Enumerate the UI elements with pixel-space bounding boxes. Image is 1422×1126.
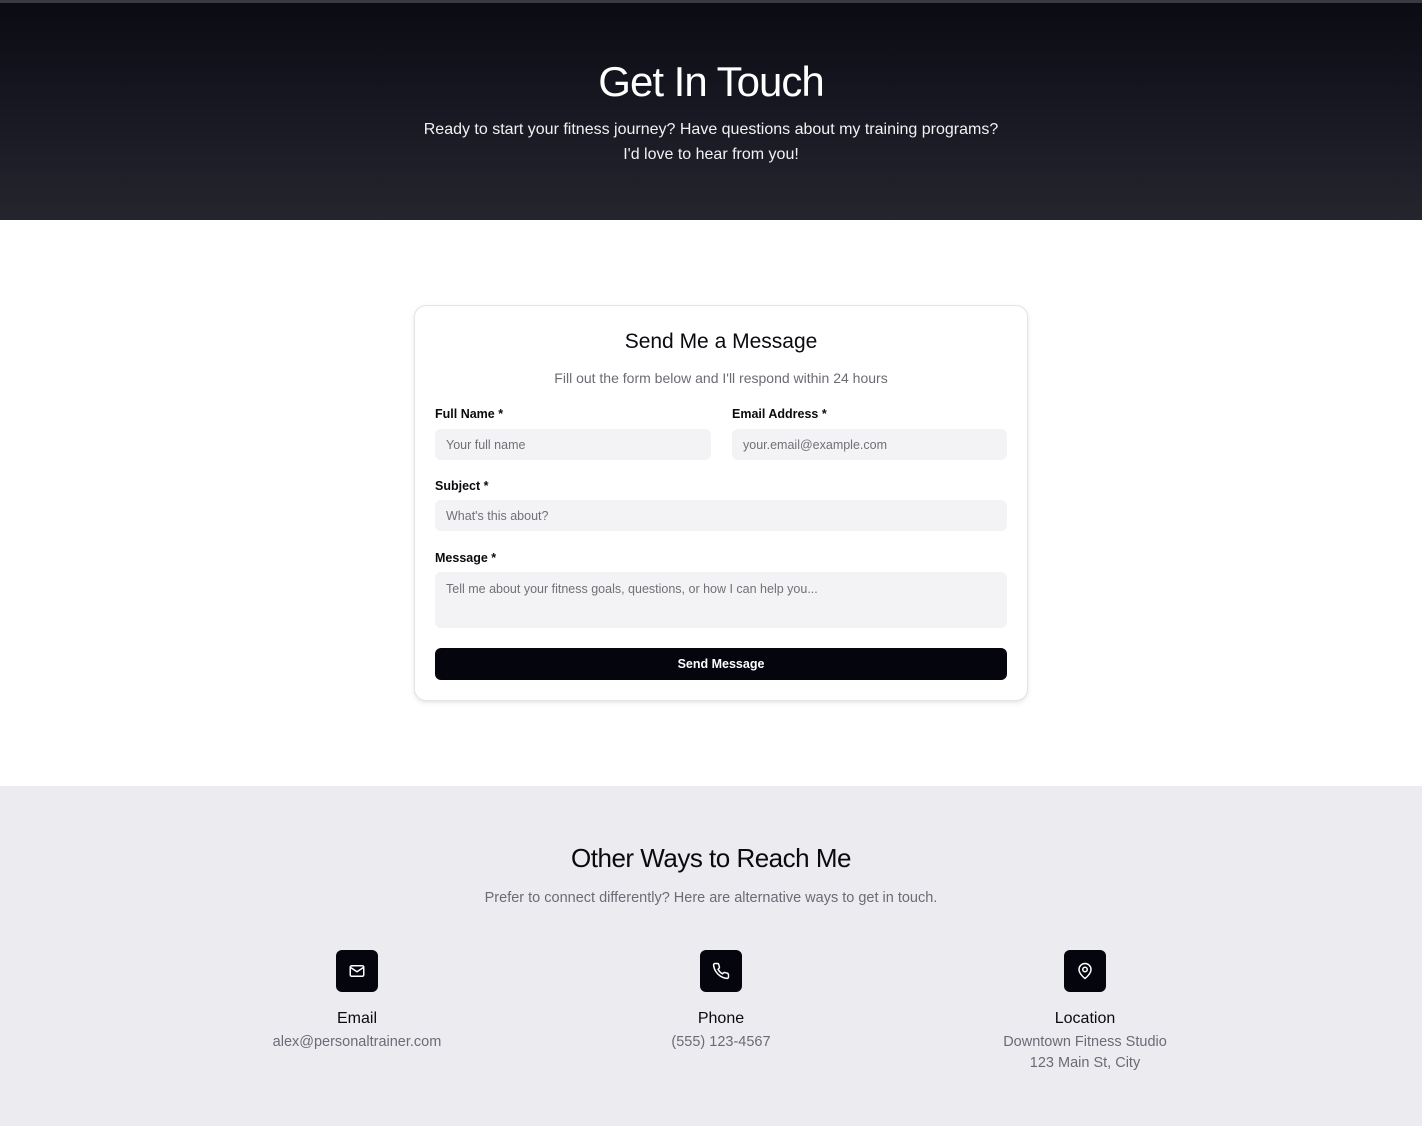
hero-subtitle: Ready to start your fitness journey? Hav… — [0, 117, 1422, 167]
map-pin-icon — [1064, 950, 1106, 992]
message-label: Message * — [435, 551, 497, 565]
other-section-title: Other Ways to Reach Me — [571, 843, 851, 873]
message-textarea[interactable] — [435, 572, 1007, 628]
contact-method-title: Location — [1054, 1010, 1116, 1027]
page-title: Get In Touch — [598, 58, 824, 105]
form-description: Fill out the form below and I'll respond… — [554, 370, 888, 386]
phone-number: (555) 123-4567 — [671, 1034, 771, 1050]
hero-banner: Get In Touch Ready to start your fitness… — [0, 3, 1422, 220]
form-title: Send Me a Message — [624, 330, 818, 353]
hero-subtitle-line-1: Ready to start your fitness journey? Hav… — [423, 121, 999, 138]
other-contact-section: Other Ways to Reach Me Prefer to connect… — [0, 786, 1422, 1126]
subject-input[interactable] — [435, 500, 1007, 531]
contact-method-email: Email alex@personaltrainer.com — [207, 950, 507, 1053]
mail-icon — [336, 950, 378, 992]
email-input[interactable] — [732, 429, 1007, 460]
contact-method-title: Phone — [697, 1010, 745, 1027]
contact-method-value: alex@personaltrainer.com — [207, 1032, 507, 1053]
contact-method-value: Downtown Fitness Studio 123 Main St, Cit… — [935, 1032, 1235, 1074]
contact-form-card: Send Me a Message Fill out the form belo… — [414, 305, 1028, 701]
contact-method-value: (555) 123-4567 — [571, 1032, 871, 1053]
email-label: Email Address * — [732, 407, 827, 421]
send-message-button[interactable]: Send Message — [435, 648, 1007, 680]
phone-icon — [700, 950, 742, 992]
contact-method-phone: Phone (555) 123-4567 — [571, 950, 871, 1053]
location-line-2: 123 Main St, City — [1029, 1055, 1141, 1071]
location-line-1: Downtown Fitness Studio — [1003, 1034, 1167, 1050]
contact-method-title: Email — [336, 1010, 377, 1027]
subject-label: Subject * — [435, 479, 489, 493]
full-name-input[interactable] — [435, 429, 711, 460]
full-name-label: Full Name * — [435, 407, 504, 421]
other-section-description: Prefer to connect differently? Here are … — [484, 890, 938, 906]
email-address: alex@personaltrainer.com — [272, 1034, 442, 1050]
hero-subtitle-line-2: I'd love to hear from you! — [623, 146, 799, 163]
contact-method-location: Location Downtown Fitness Studio 123 Mai… — [935, 950, 1235, 1074]
